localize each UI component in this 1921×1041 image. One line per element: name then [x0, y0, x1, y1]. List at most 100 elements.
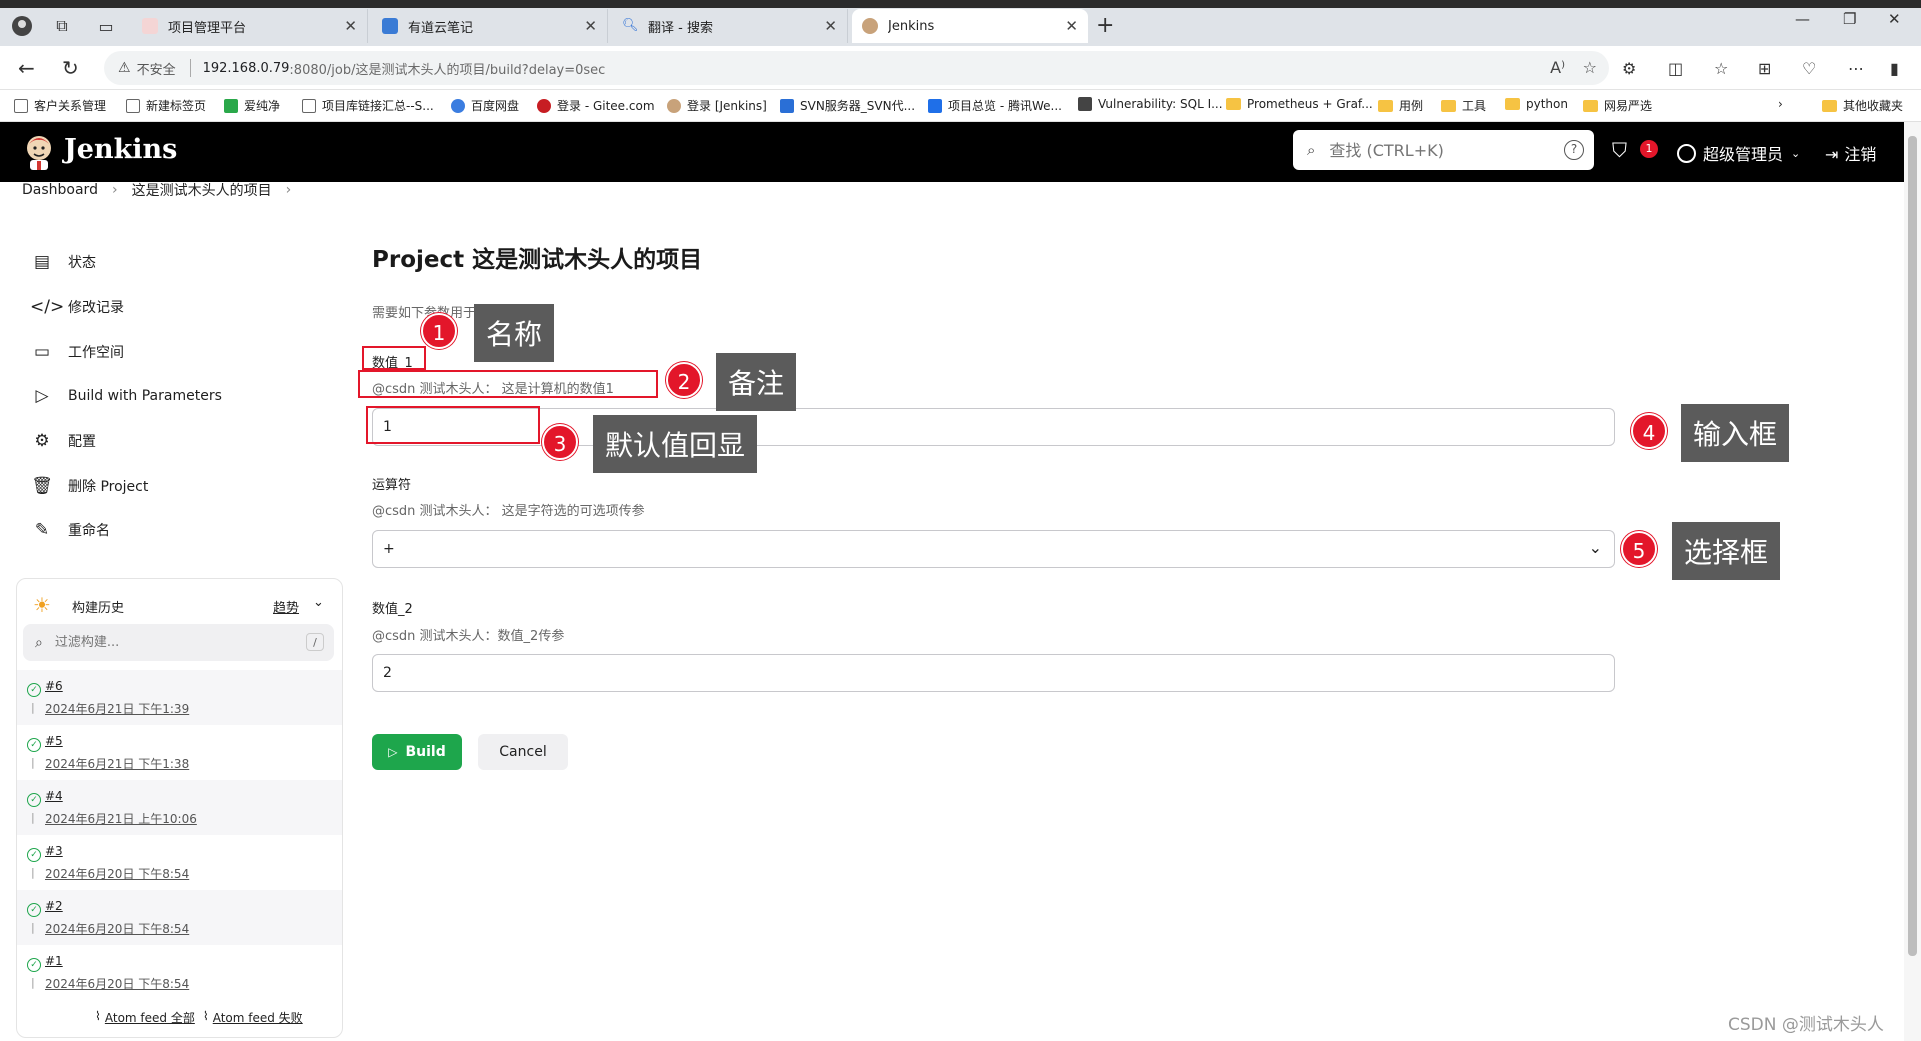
tab-project-platform[interactable]: 项目管理平台 ✕	[132, 9, 368, 43]
build-number-link[interactable]: #2	[45, 899, 63, 913]
bookmark-folder[interactable]: 网易严选	[1583, 97, 1652, 114]
split-screen-icon[interactable]: ◫	[1668, 59, 1683, 78]
browser-tab-bar: ⧉ ▭ 项目管理平台 ✕ 有道云笔记 ✕ 🔍︎ 翻译 - 搜索 ✕ Jenkin…	[0, 0, 1921, 46]
search-input[interactable]	[1329, 140, 1550, 160]
bookmark-item[interactable]: 登录 [Jenkins]	[667, 97, 767, 114]
page-scrollbar[interactable]	[1904, 122, 1921, 1041]
bookmark-folder[interactable]: Prometheus + Graf...	[1226, 97, 1373, 111]
sidebar-item-changes[interactable]: </> 修改记录	[30, 295, 124, 319]
bookmark-item[interactable]: 客户关系管理	[14, 97, 106, 114]
tab-youdao-note[interactable]: 有道云笔记 ✕	[372, 9, 608, 43]
bookmark-folder[interactable]: 用例	[1378, 97, 1423, 114]
build-row[interactable]: ✓ #3 | 2024年6月20日 下午8:54	[17, 835, 342, 890]
jenkins-title[interactable]: Jenkins	[64, 134, 177, 165]
restore-icon[interactable]: ❐	[1843, 10, 1856, 28]
page-icon	[14, 98, 28, 113]
chevron-down-icon[interactable]: ⌄	[313, 595, 324, 610]
param-3-input[interactable]	[372, 654, 1615, 692]
tab-close-icon[interactable]: ✕	[584, 17, 597, 35]
build-number-link[interactable]: #4	[45, 789, 63, 803]
sidebar-toggle-icon[interactable]: ▮	[1890, 59, 1899, 78]
build-date-link[interactable]: 2024年6月21日 下午1:38	[45, 755, 189, 772]
bookmark-folder[interactable]: python	[1505, 97, 1568, 111]
url-field[interactable]: ⚠ 不安全 192.168.0.79 :8080/job/这是测试木头人的项目/…	[104, 51, 1609, 85]
warning-triangle-icon[interactable]: ⚠	[118, 60, 131, 76]
workspaces-icon[interactable]: ⧉	[48, 12, 76, 40]
build-date-link[interactable]: 2024年6月21日 上午10:06	[45, 810, 197, 827]
bookmark-item[interactable]: 爱纯净	[224, 97, 280, 114]
bookmark-item[interactable]: 项目总览 - 腾讯We...	[928, 97, 1062, 114]
bookmark-item[interactable]: 百度网盘	[451, 97, 519, 114]
alerts-badge[interactable]: 1	[1640, 140, 1658, 158]
sidebar-item-rename[interactable]: ✎ 重命名	[30, 518, 110, 542]
build-row[interactable]: ✓ #6 | 2024年6月21日 下午1:39	[17, 670, 342, 725]
bookmark-item[interactable]: SVN服务器_SVN代...	[780, 97, 915, 114]
bookmark-item[interactable]: 项目库链接汇总--S...	[302, 97, 434, 114]
favorite-star-icon[interactable]: ☆	[1583, 58, 1597, 77]
bookmark-item[interactable]: Vulnerability: SQL I...	[1078, 97, 1223, 111]
tab-close-icon[interactable]: ✕	[344, 17, 357, 35]
build-button[interactable]: ▷ Build	[372, 734, 462, 770]
sidebar-item-workspace[interactable]: ▭ 工作空间	[30, 340, 124, 364]
tab-actions-icon[interactable]: ▭	[92, 12, 120, 40]
sidebar-item-build-with-parameters[interactable]: ▷ Build with Parameters	[30, 384, 221, 408]
sidebar-item-configure[interactable]: ⚙ 配置	[30, 429, 96, 453]
build-date-link[interactable]: 2024年6月21日 下午1:39	[45, 700, 189, 717]
minimize-icon[interactable]: —	[1795, 10, 1810, 28]
other-bookmarks-folder[interactable]: 其他收藏夹	[1822, 97, 1903, 114]
back-arrow-icon[interactable]: ←	[18, 56, 35, 80]
bookmark-item[interactable]: 新建标签页	[126, 97, 206, 114]
build-filter-input[interactable]	[54, 635, 285, 650]
chevron-down-icon: ⌄	[1588, 538, 1602, 557]
new-tab-button[interactable]: +	[1096, 13, 1114, 38]
bookmark-folder[interactable]: 工具	[1441, 97, 1486, 114]
close-window-icon[interactable]: ✕	[1888, 10, 1901, 28]
sidebar-item-delete-project[interactable]: 🗑︎ 删除 Project	[30, 474, 148, 498]
chevron-right-icon[interactable]: ›	[286, 182, 292, 198]
tab-translate-search[interactable]: 🔍︎ 翻译 - 搜索 ✕	[612, 9, 848, 43]
trend-link[interactable]: 趋势	[273, 597, 299, 616]
build-date-link[interactable]: 2024年6月20日 下午8:54	[45, 865, 189, 882]
security-label[interactable]: 不安全	[137, 59, 176, 78]
param-2-select[interactable]: + ⌄	[372, 530, 1615, 568]
build-row[interactable]: ✓ #4 | 2024年6月21日 上午10:06	[17, 780, 342, 835]
cancel-button[interactable]: Cancel	[478, 734, 568, 770]
browser-essentials-icon[interactable]: ♡	[1802, 59, 1816, 78]
build-date-link[interactable]: 2024年6月20日 下午8:54	[45, 975, 189, 992]
build-number-link[interactable]: #3	[45, 844, 63, 858]
build-number-link[interactable]: #6	[45, 679, 63, 693]
build-row[interactable]: ✓ #2 | 2024年6月20日 下午8:54	[17, 890, 342, 945]
build-row[interactable]: ✓ #5 | 2024年6月21日 下午1:38	[17, 725, 342, 780]
build-row[interactable]: ✓ #1 | 2024年6月20日 下午8:54	[17, 945, 342, 1000]
more-menu-icon[interactable]: ⋯	[1848, 59, 1864, 78]
build-filter-box[interactable]: ⌕ /	[23, 624, 334, 661]
sidebar-item-status[interactable]: ▤ 状态	[30, 250, 96, 274]
atom-feed-failed-link[interactable]: Atom feed 失败	[213, 1009, 303, 1026]
read-aloud-icon[interactable]: A⁾	[1550, 58, 1565, 77]
atom-feed-all-link[interactable]: Atom feed 全部	[105, 1009, 195, 1026]
collections-icon[interactable]: ⊞	[1758, 59, 1771, 78]
bookmark-item[interactable]: 登录 - Gitee.com	[537, 97, 655, 114]
build-number-link[interactable]: #5	[45, 734, 63, 748]
build-date-link[interactable]: 2024年6月20日 下午8:54	[45, 920, 189, 937]
tab-close-icon[interactable]: ✕	[824, 17, 837, 35]
trash-icon: 🗑︎	[31, 476, 53, 496]
profile-avatar-icon[interactable]	[8, 12, 36, 40]
bookmarks-overflow-chevron-icon[interactable]: ›	[1778, 97, 1783, 111]
bookmarks-bar: 客户关系管理 新建标签页 爱纯净 项目库链接汇总--S... 百度网盘 登录 -…	[0, 90, 1921, 122]
breadcrumb-dashboard[interactable]: Dashboard	[22, 182, 98, 198]
favorites-icon[interactable]: ☆	[1714, 59, 1728, 78]
build-number-link[interactable]: #1	[45, 954, 63, 968]
breadcrumb-project[interactable]: 这是测试木头人的项目	[132, 180, 272, 200]
jenkins-search-box[interactable]: ⌕ ?	[1293, 130, 1594, 170]
user-menu[interactable]: 超级管理员 ⌄	[1677, 141, 1800, 165]
tab-close-icon[interactable]: ✕	[1065, 17, 1078, 35]
tab-jenkins[interactable]: Jenkins ✕	[852, 9, 1088, 43]
scrollbar-thumb[interactable]	[1908, 136, 1917, 956]
jenkins-logo-icon[interactable]	[24, 134, 54, 170]
extensions-icon[interactable]: ⚙	[1622, 59, 1636, 78]
reload-icon[interactable]: ↻	[62, 56, 79, 80]
security-shield-icon[interactable]: ⛉	[1612, 138, 1627, 162]
logout-link[interactable]: ⇥ 注销	[1825, 141, 1876, 165]
help-icon[interactable]: ?	[1564, 140, 1584, 160]
